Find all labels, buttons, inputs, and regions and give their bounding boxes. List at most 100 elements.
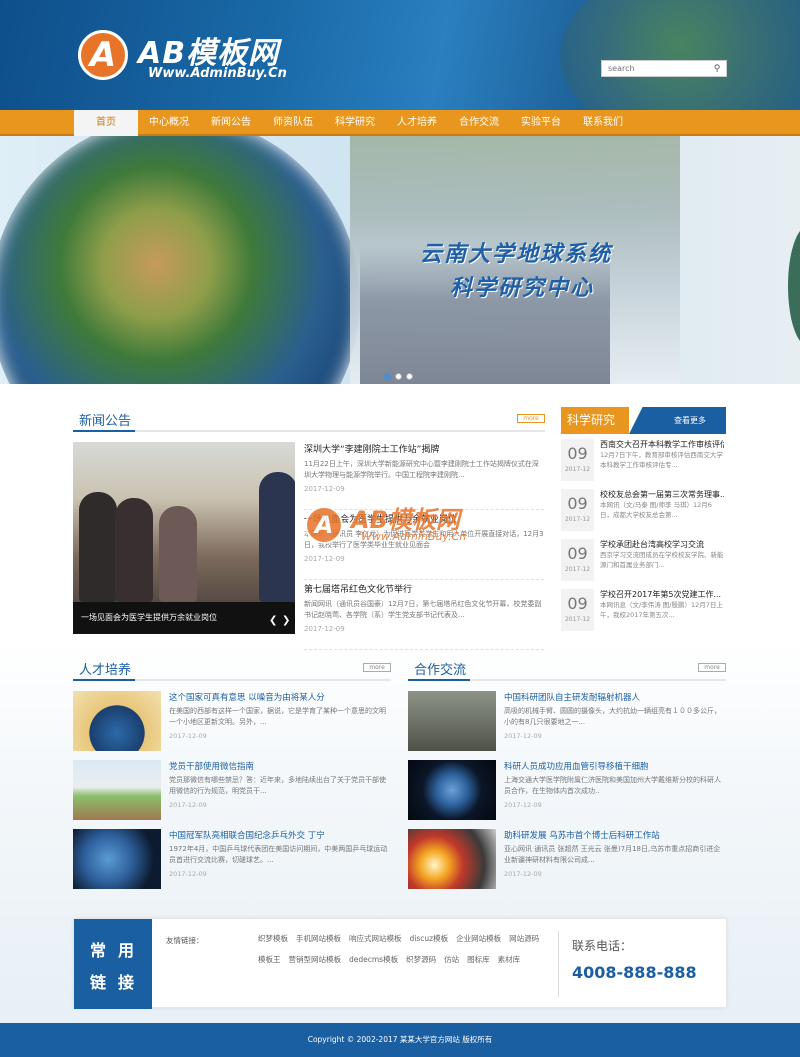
- date-badge: 09 2017-12: [561, 439, 594, 481]
- hero-banner[interactable]: 云南大学地球系统 科学研究中心: [0, 136, 800, 384]
- copyright-text: Copyright © 2002-2017 某某大学官方网站 版权所有: [307, 1035, 493, 1044]
- news-section-header: 新闻公告 more: [73, 410, 545, 432]
- talent-item-title[interactable]: 中国冠军队亮相联合国纪念乒乓外交 丁宁: [169, 829, 391, 841]
- list-item[interactable]: 09 2017-12 学校承团赴台湾高校学习交流 西京学习交流团成员在学校校友学院、…: [561, 539, 726, 589]
- list-item[interactable]: 这个国家可真有意思 以噪音为由将某人分 在美国的西部有这样一个国家，据说，它是学育…: [73, 691, 391, 760]
- search-box: ⚲: [601, 60, 727, 77]
- friend-link[interactable]: 营销型网站模板: [289, 954, 342, 965]
- date-day: 09: [567, 594, 588, 613]
- nav-item-cooperation[interactable]: 合作交流: [448, 110, 510, 136]
- friend-link[interactable]: 图标库: [467, 954, 490, 965]
- coop-item-date: 2017-12-09: [504, 870, 542, 878]
- logo-icon[interactable]: A: [78, 30, 128, 80]
- coop-more-button[interactable]: more: [698, 663, 726, 672]
- slider-dot[interactable]: [406, 373, 413, 380]
- date-day: 09: [567, 494, 588, 513]
- watermark: A AB模板网 Www.AdminBuy.Cn: [305, 494, 505, 554]
- thumbnail-image[interactable]: [408, 760, 496, 820]
- science-list: 09 2017-12 西南交大召开本科教学工作审核评估专家...12月7日下午，教…: [561, 439, 726, 639]
- friend-link[interactable]: 织梦源码: [406, 954, 436, 965]
- nav-item-research[interactable]: 科学研究: [324, 110, 386, 136]
- list-item[interactable]: 科研人员成功应用血管引导移植干细胞 上海交通大学医学院附属仁济医院和美国加州大学戴…: [408, 760, 726, 829]
- thumbnail-image[interactable]: [408, 829, 496, 889]
- friend-link[interactable]: 仿站: [444, 954, 459, 965]
- science-item-desc: 西京学习交流团成员在学校校友学院、新能源门和首属业务部门...: [600, 551, 724, 569]
- nav-item-talent[interactable]: 人才培养: [386, 110, 448, 136]
- thumbnail-image[interactable]: [73, 691, 161, 751]
- news-photo-slider[interactable]: 一场见面会为医学生提供万余就业岗位 ❮ ❯: [73, 442, 295, 634]
- coop-item-title[interactable]: 助科研发展 乌苏市首个博士后科研工作站: [504, 829, 726, 841]
- photo-figure: [159, 506, 197, 602]
- divider: [558, 931, 559, 997]
- friend-link[interactable]: 响应式网站模板: [349, 933, 402, 944]
- science-section-title: 科学研究: [561, 407, 629, 434]
- friend-links-box: 常 用 链 接 友情链接： 织梦模板 手机网站模板 响应式网站模板 discuz…: [73, 918, 727, 1009]
- talent-item-title[interactable]: 党员干部使用微信指南: [169, 760, 391, 772]
- friend-link[interactable]: 素材库: [498, 954, 521, 965]
- friend-link[interactable]: 模板王: [258, 954, 281, 965]
- coop-item-title[interactable]: 科研人员成功应用血管引导移植干细胞: [504, 760, 726, 772]
- talent-list: 这个国家可真有意思 以噪音为由将某人分 在美国的西部有这样一个国家，据说，它是学育…: [73, 691, 391, 898]
- friend-link[interactable]: 企业网站模板: [456, 933, 501, 944]
- talent-item-date: 2017-12-09: [169, 801, 207, 809]
- badge-char: 用: [118, 941, 135, 960]
- slider-dot[interactable]: [384, 373, 391, 380]
- list-item[interactable]: 中国科研团队自主研发耐辐射机器人高吸的机械手臂、圆圆的摄像头，大约抗幼一辆组亮有…: [408, 691, 726, 760]
- science-item-title[interactable]: 校校友总会第一届第三次常务理事...: [600, 489, 724, 500]
- friend-link[interactable]: discuz模板: [410, 933, 449, 944]
- list-item[interactable]: 党员干部使用微信指南 党员那微信有哪些禁忌？答：近年来，多地陆续出台了关于党员干部…: [73, 760, 391, 829]
- nav-item-faculty[interactable]: 师资队伍: [262, 110, 324, 136]
- slider-dot[interactable]: [395, 373, 402, 380]
- friend-link[interactable]: dedecms模板: [349, 954, 398, 965]
- news-item-desc: 11月22日上午，深圳大学新能源研究中心暨李建刚院士工作站揭牌仪式在深圳大学物理…: [304, 460, 539, 479]
- nav-item-overview[interactable]: 中心概况: [138, 110, 200, 136]
- footer: Copyright © 2002-2017 某某大学官方网站 版权所有: [0, 1023, 800, 1057]
- date-badge: 09 2017-12: [561, 589, 594, 631]
- coop-item-desc: 高吸的机械手臂、圆圆的摄像头，大约抗幼一辆组亮有１００多公斤，小的有8几只很要地…: [504, 707, 721, 726]
- coop-item-title[interactable]: 中国科研团队自主研发耐辐射机器人: [504, 691, 726, 703]
- date-badge: 09 2017-12: [561, 539, 594, 581]
- news-item-title[interactable]: 第七届塔吊红色文化节举行: [304, 582, 544, 595]
- nav-item-home[interactable]: 首页: [74, 110, 138, 136]
- thumbnail-image[interactable]: [73, 760, 161, 820]
- search-input[interactable]: [602, 61, 708, 76]
- friend-link[interactable]: 手机网站模板: [296, 933, 341, 944]
- talent-more-button[interactable]: more: [363, 663, 391, 672]
- science-item-desc: 本网讯息（文/李伟涛 图/殷鹏）12月7日上午，我校2017年第五次...: [600, 601, 723, 619]
- slider-dots: [384, 373, 413, 380]
- science-section-header: 科学研究 查看更多: [561, 407, 726, 434]
- nav-item-lab[interactable]: 实验平台: [510, 110, 572, 136]
- news-item-title[interactable]: 深圳大学“李建刚院士工作站”揭牌: [304, 442, 544, 455]
- list-item[interactable]: 09 2017-12 校校友总会第一届第三次常务理事... 本网讯（文/马泰 图/师…: [561, 489, 726, 539]
- search-icon[interactable]: ⚲: [708, 64, 726, 74]
- chevron-right-icon[interactable]: ❯: [282, 615, 290, 626]
- thumbnail-image[interactable]: [73, 829, 161, 889]
- science-item-title[interactable]: 学校承团赴台湾高校学习交流: [600, 539, 724, 550]
- banner-caption-line2: 科学研究中心: [450, 275, 595, 301]
- friend-link[interactable]: 网站源码: [509, 933, 539, 944]
- links-label: 友情链接：: [166, 936, 204, 945]
- news-photo-caption[interactable]: 一场见面会为医学生提供万余就业岗位: [73, 602, 295, 634]
- talent-item-desc: 1972年4月，中国乒乓球代表团在美国访问期间，中美两国乒乓球运动员首进行交流比…: [169, 845, 388, 864]
- talent-item-title[interactable]: 这个国家可真有意思 以噪音为由将某人分: [169, 691, 391, 703]
- date-day: 09: [567, 544, 588, 563]
- date-month: 2017-12: [564, 466, 591, 473]
- nav-item-news[interactable]: 新闻公告: [200, 110, 262, 136]
- science-item-title[interactable]: 学校召开2017年第5次党建工作...: [600, 589, 724, 600]
- phone-number[interactable]: 4008-888-888: [572, 963, 697, 982]
- header: A AB模板网 Www.AdminBuy.Cn ⚲: [0, 0, 800, 110]
- science-more-button[interactable]: 查看更多: [629, 407, 726, 434]
- news-more-button[interactable]: more: [517, 414, 545, 423]
- nav-item-contact[interactable]: 联系我们: [572, 110, 634, 136]
- science-item-title[interactable]: 西南交大召开本科教学工作审核评估专家...: [600, 439, 724, 450]
- list-item[interactable]: 中国冠军队亮相联合国纪念乒乓外交 丁宁 1972年4月，中国乒乓球代表团在美国访问…: [73, 829, 391, 898]
- banner-caption-line1: 云南大学地球系统: [420, 241, 613, 267]
- chevron-left-icon[interactable]: ❮: [269, 615, 277, 626]
- list-item[interactable]: 第七届塔吊红色文化节举行 新闻网讯（通讯员谷国豪）12月7日，第七届塔吊红色文化…: [304, 582, 544, 650]
- friend-link[interactable]: 织梦模板: [258, 933, 288, 944]
- list-item[interactable]: 09 2017-12 西南交大召开本科教学工作审核评估专家...12月7日下午，教…: [561, 439, 726, 489]
- thumbnail-image[interactable]: [408, 691, 496, 751]
- photo-figure: [115, 498, 153, 602]
- list-item[interactable]: 助科研发展 乌苏市首个博士后科研工作站 亚心网讯 通讯员 张超然 王光云 张曼)7…: [408, 829, 726, 898]
- list-item[interactable]: 09 2017-12 学校召开2017年第5次党建工作... 本网讯息（文/李伟涛 …: [561, 589, 726, 639]
